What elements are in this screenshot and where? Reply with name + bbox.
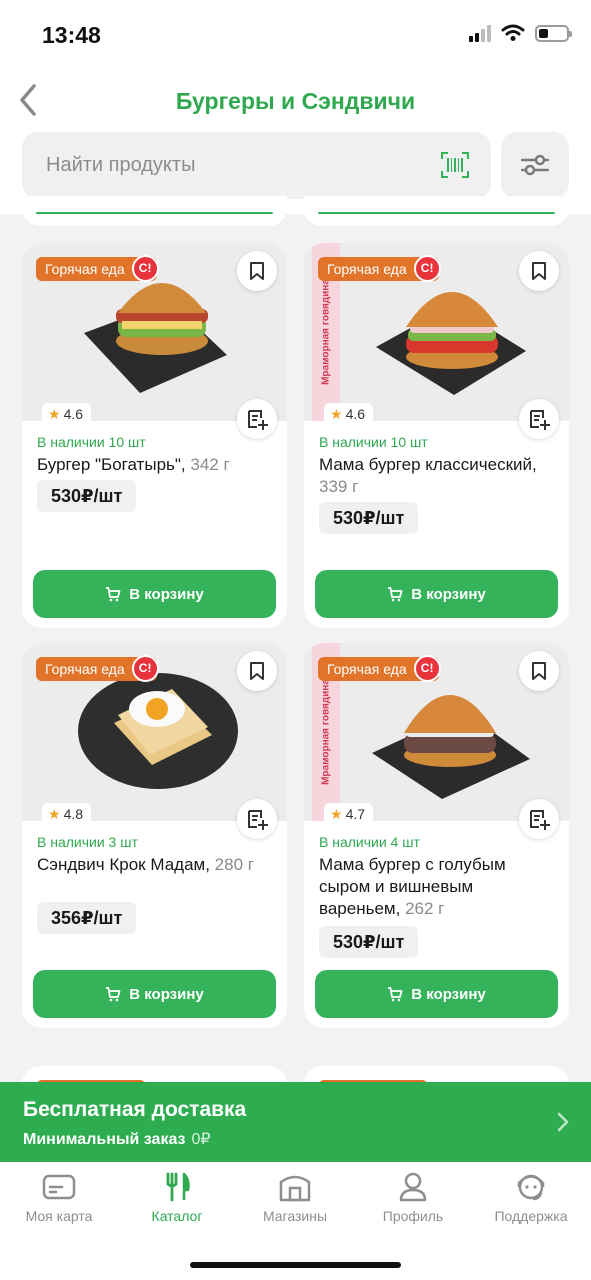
bookmark-icon bbox=[250, 662, 264, 680]
availability: В наличии 10 шт bbox=[319, 434, 428, 450]
product-card[interactable]: Горячая еда C! ★ 4.6 В наличии 10 шт Бурге… bbox=[22, 243, 287, 628]
status-icons bbox=[469, 24, 572, 42]
rating-badge: ★ 4.7 bbox=[324, 803, 374, 825]
hot-food-tag: Горячая еда C! bbox=[318, 255, 441, 282]
product-card-partial bbox=[304, 196, 569, 226]
free-delivery-banner[interactable]: Бесплатная доставка Минимальный заказ 0₽ bbox=[0, 1082, 591, 1162]
add-to-list-button[interactable] bbox=[519, 799, 559, 839]
product-weight: 262 г bbox=[405, 899, 445, 918]
chevron-right-icon bbox=[557, 1112, 569, 1132]
product-weight: 339 г bbox=[319, 477, 359, 496]
bookmark-button[interactable] bbox=[237, 251, 277, 291]
star-icon: ★ bbox=[330, 806, 343, 822]
cart-icon bbox=[106, 986, 121, 1001]
product-card[interactable]: Мраморная говядина Горячая еда C! ★ 4.7 В … bbox=[304, 643, 569, 1028]
product-name[interactable]: Бургер "Богатырь", 342 г bbox=[37, 454, 277, 476]
store-icon bbox=[279, 1175, 311, 1202]
availability: В наличии 3 шт bbox=[37, 834, 138, 850]
barcode-scan-icon[interactable] bbox=[441, 152, 469, 178]
add-to-cart-button[interactable]: В корзину bbox=[33, 570, 276, 618]
page-title: Бургеры и Сэндвичи bbox=[175, 88, 416, 114]
support-icon bbox=[517, 1174, 545, 1201]
brand-logo-icon: C! bbox=[413, 655, 441, 682]
status-time: 13:48 bbox=[42, 22, 101, 48]
tab-support[interactable]: Поддержка bbox=[472, 1172, 590, 1224]
filter-icon bbox=[521, 154, 549, 176]
cart-icon bbox=[388, 986, 403, 1001]
signal-icon bbox=[469, 24, 491, 42]
top-bar: 13:48 Бургеры и Сэндвичи Найти продукты bbox=[0, 0, 591, 214]
delivery-title: Бесплатная доставка bbox=[23, 1098, 247, 1121]
product-weight: 342 г bbox=[190, 455, 230, 474]
tab-label: Каталог bbox=[151, 1208, 203, 1224]
hot-food-tag: Горячая еда C! bbox=[36, 255, 159, 282]
rating-badge: ★ 4.6 bbox=[42, 403, 92, 425]
add-to-list-button[interactable] bbox=[237, 399, 277, 439]
battery-icon bbox=[535, 24, 572, 42]
brand-logo-icon: C! bbox=[413, 255, 441, 282]
add-to-list-icon bbox=[248, 410, 268, 430]
price: 356₽/шт bbox=[37, 902, 137, 934]
bookmark-icon bbox=[250, 262, 264, 280]
product-weight: 280 г bbox=[214, 855, 254, 874]
bookmark-icon bbox=[532, 262, 546, 280]
cart-icon bbox=[106, 586, 121, 601]
star-icon: ★ bbox=[48, 406, 61, 422]
delivery-subtitle: Минимальный заказ 0₽ bbox=[23, 1131, 211, 1148]
profile-icon bbox=[399, 1172, 427, 1202]
brand-logo-icon: C! bbox=[131, 655, 159, 682]
price: 530₽/шт bbox=[319, 926, 419, 958]
add-to-list-button[interactable] bbox=[237, 799, 277, 839]
add-to-list-button[interactable] bbox=[519, 399, 559, 439]
price: 530₽/шт bbox=[37, 480, 137, 512]
availability: В наличии 10 шт bbox=[37, 434, 146, 450]
tab-label: Профиль bbox=[382, 1208, 444, 1224]
hot-food-tag: Горячая еда C! bbox=[36, 655, 159, 682]
tab-label: Магазины bbox=[262, 1208, 328, 1224]
search-placeholder: Найти продукты bbox=[46, 154, 196, 176]
tab-label: Поддержка bbox=[494, 1208, 568, 1224]
add-to-list-icon bbox=[248, 810, 268, 830]
star-icon: ★ bbox=[48, 806, 61, 822]
bookmark-button[interactable] bbox=[519, 251, 559, 291]
add-to-list-icon bbox=[530, 410, 550, 430]
add-to-cart-button[interactable]: В корзину bbox=[315, 570, 558, 618]
hot-food-tag: Горячая еда C! bbox=[318, 655, 441, 682]
add-to-list-icon bbox=[530, 810, 550, 830]
bookmark-icon bbox=[532, 662, 546, 680]
tab-label: Моя карта bbox=[25, 1208, 93, 1224]
tab-catalog[interactable]: Каталог bbox=[118, 1172, 236, 1224]
product-name[interactable]: Сэндвич Крок Мадам, 280 г bbox=[37, 854, 277, 876]
home-indicator bbox=[190, 1262, 401, 1268]
cart-icon bbox=[388, 586, 403, 601]
add-to-cart-button[interactable]: В корзину bbox=[315, 970, 558, 1018]
product-name[interactable]: Мама бургер с голубым сыром и вишневым в… bbox=[319, 854, 559, 920]
min-order-amount: 0₽ bbox=[191, 1131, 211, 1148]
brand-logo-icon: C! bbox=[131, 255, 159, 282]
tab-stores[interactable]: Магазины bbox=[236, 1172, 354, 1224]
search-input[interactable]: Найти продукты bbox=[22, 132, 491, 199]
filter-button[interactable] bbox=[501, 132, 569, 199]
bookmark-button[interactable] bbox=[519, 651, 559, 691]
bookmark-button[interactable] bbox=[237, 651, 277, 691]
add-to-cart-button[interactable]: В корзину bbox=[33, 970, 276, 1018]
card-icon bbox=[42, 1174, 76, 1200]
product-card-partial bbox=[22, 196, 287, 226]
product-card[interactable]: Мраморная говядина Горячая еда C! ★ 4.6 В … bbox=[304, 243, 569, 628]
price: 530₽/шт bbox=[319, 502, 419, 534]
tab-my-card[interactable]: Моя карта bbox=[0, 1172, 118, 1224]
tab-profile[interactable]: Профиль bbox=[354, 1172, 472, 1224]
product-card[interactable]: Горячая еда C! ★ 4.8 В наличии 3 шт Сэндви… bbox=[22, 643, 287, 1028]
wifi-icon bbox=[501, 24, 525, 41]
cutlery-icon bbox=[166, 1172, 190, 1202]
product-name[interactable]: Мама бургер классический, 339 г bbox=[319, 454, 559, 498]
star-icon: ★ bbox=[330, 406, 343, 422]
availability: В наличии 4 шт bbox=[319, 834, 420, 850]
rating-badge: ★ 4.6 bbox=[324, 403, 374, 425]
rating-badge: ★ 4.8 bbox=[42, 803, 92, 825]
